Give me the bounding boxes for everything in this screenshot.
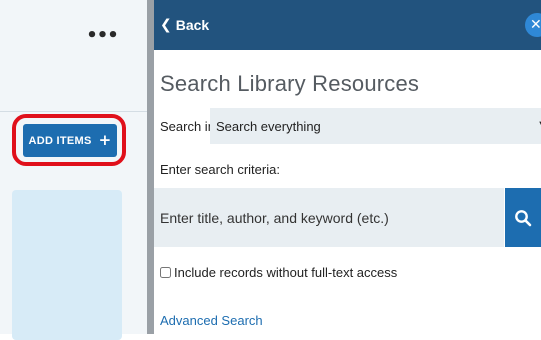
items-drop-area[interactable] (12, 190, 122, 340)
panel-scrollbar[interactable] (147, 0, 154, 334)
search-scope-value: Search everything (216, 118, 321, 134)
search-button[interactable] (505, 188, 541, 247)
more-dots-icon: ••• (86, 24, 119, 46)
back-label: Back (175, 17, 210, 33)
reading-list-panel: ••• ADD ITEMS + (0, 0, 147, 340)
close-icon: ✕ (530, 17, 541, 33)
search-panel-header: ❮ Back ✕ (154, 0, 541, 50)
chevron-left-icon: ❮ (160, 17, 172, 33)
back-button[interactable]: ❮ Back (160, 17, 209, 33)
include-records-label: Include records without full-text access (174, 265, 398, 280)
advanced-search-link[interactable]: Advanced Search (160, 313, 263, 328)
plus-icon: + (98, 131, 112, 149)
add-items-button[interactable]: ADD ITEMS + (23, 124, 117, 157)
close-button[interactable]: ✕ (525, 13, 541, 37)
page-title: Search Library Resources (160, 71, 420, 96)
fulltext-option: Include records without full-text access (160, 265, 397, 280)
search-icon (515, 209, 532, 226)
include-records-checkbox[interactable] (160, 267, 171, 278)
search-input[interactable] (154, 188, 504, 247)
divider (0, 111, 147, 112)
more-options-button[interactable]: ••• (84, 20, 120, 50)
search-scope-select[interactable]: Search everything ▼ (210, 108, 541, 144)
add-items-label: ADD ITEMS (28, 134, 92, 147)
search-criteria-label: Enter search criteria: (160, 162, 280, 177)
search-panel: ❮ Back ✕ Search Library Resources Search… (154, 0, 541, 334)
